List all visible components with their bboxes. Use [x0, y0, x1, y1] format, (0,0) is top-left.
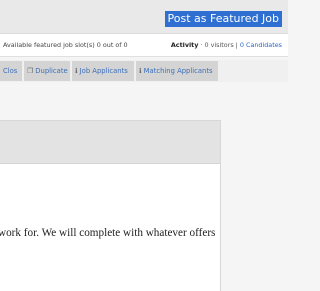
top-bar: Post as Featured Job: [0, 0, 288, 34]
matching-applicants-button[interactable]: ℹ Matching Applicants: [136, 61, 218, 81]
job-toolbar: Clos ❐ Duplicate ℹ Job Applicants ℹ Matchin…: [0, 60, 288, 82]
panel-header: [0, 121, 220, 164]
featured-slots-text: Available featured job slot(s) 0 out of …: [3, 41, 128, 49]
job-description-text: work for. We will complete with whatever…: [0, 227, 216, 239]
duplicate-icon: ❐: [27, 67, 34, 75]
activity-summary: Activity · 0 visitors | 0 Candidates: [171, 34, 282, 56]
duplicate-label: Duplicate: [35, 67, 68, 75]
close-job-button[interactable]: Clos: [0, 61, 22, 81]
activity-label: Activity: [170, 41, 199, 49]
info-icon: ℹ: [139, 67, 142, 75]
close-label: Clos: [3, 67, 18, 75]
status-bar: Available featured job slot(s) 0 out of …: [0, 34, 288, 57]
candidates-link[interactable]: 0 Candidates: [240, 41, 282, 49]
visitors-count: · 0 visitors |: [200, 41, 238, 49]
matching-applicants-label: Matching Applicants: [143, 67, 213, 75]
post-featured-job-button[interactable]: Post as Featured Job: [164, 11, 282, 27]
info-icon: ℹ: [75, 67, 78, 75]
job-applicants-label: Job Applicants: [79, 67, 128, 75]
job-applicants-button[interactable]: ℹ Job Applicants: [72, 61, 134, 81]
duplicate-button[interactable]: ❐ Duplicate: [24, 61, 70, 81]
job-description-panel: work for. We will complete with whatever…: [0, 120, 221, 291]
